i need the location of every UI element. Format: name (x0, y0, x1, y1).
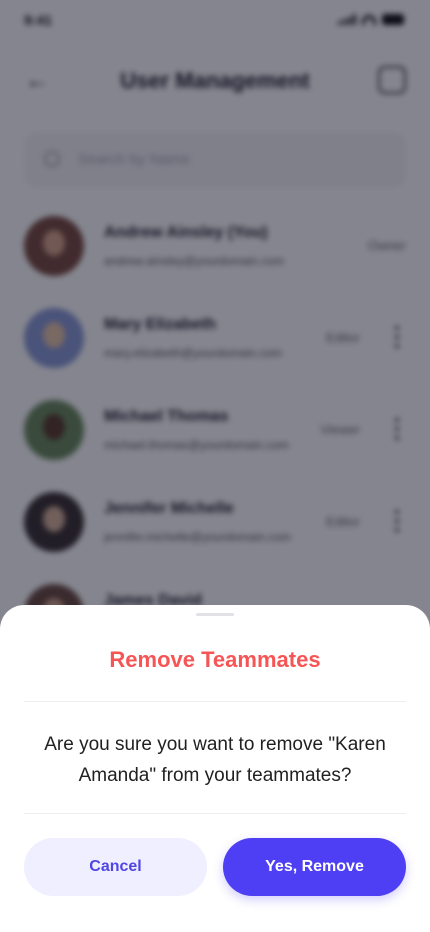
dialog-message: Are you sure you want to remove "Karen A… (44, 734, 386, 786)
confirm-remove-button[interactable]: Yes, Remove (223, 838, 406, 896)
divider (24, 813, 406, 814)
sheet-drag-handle[interactable] (196, 613, 234, 616)
dialog-title: Remove Teammates (109, 647, 321, 672)
remove-teammates-sheet: Remove Teammates Are you sure you want t… (0, 605, 430, 932)
divider (24, 701, 406, 702)
cancel-button[interactable]: Cancel (24, 838, 207, 896)
